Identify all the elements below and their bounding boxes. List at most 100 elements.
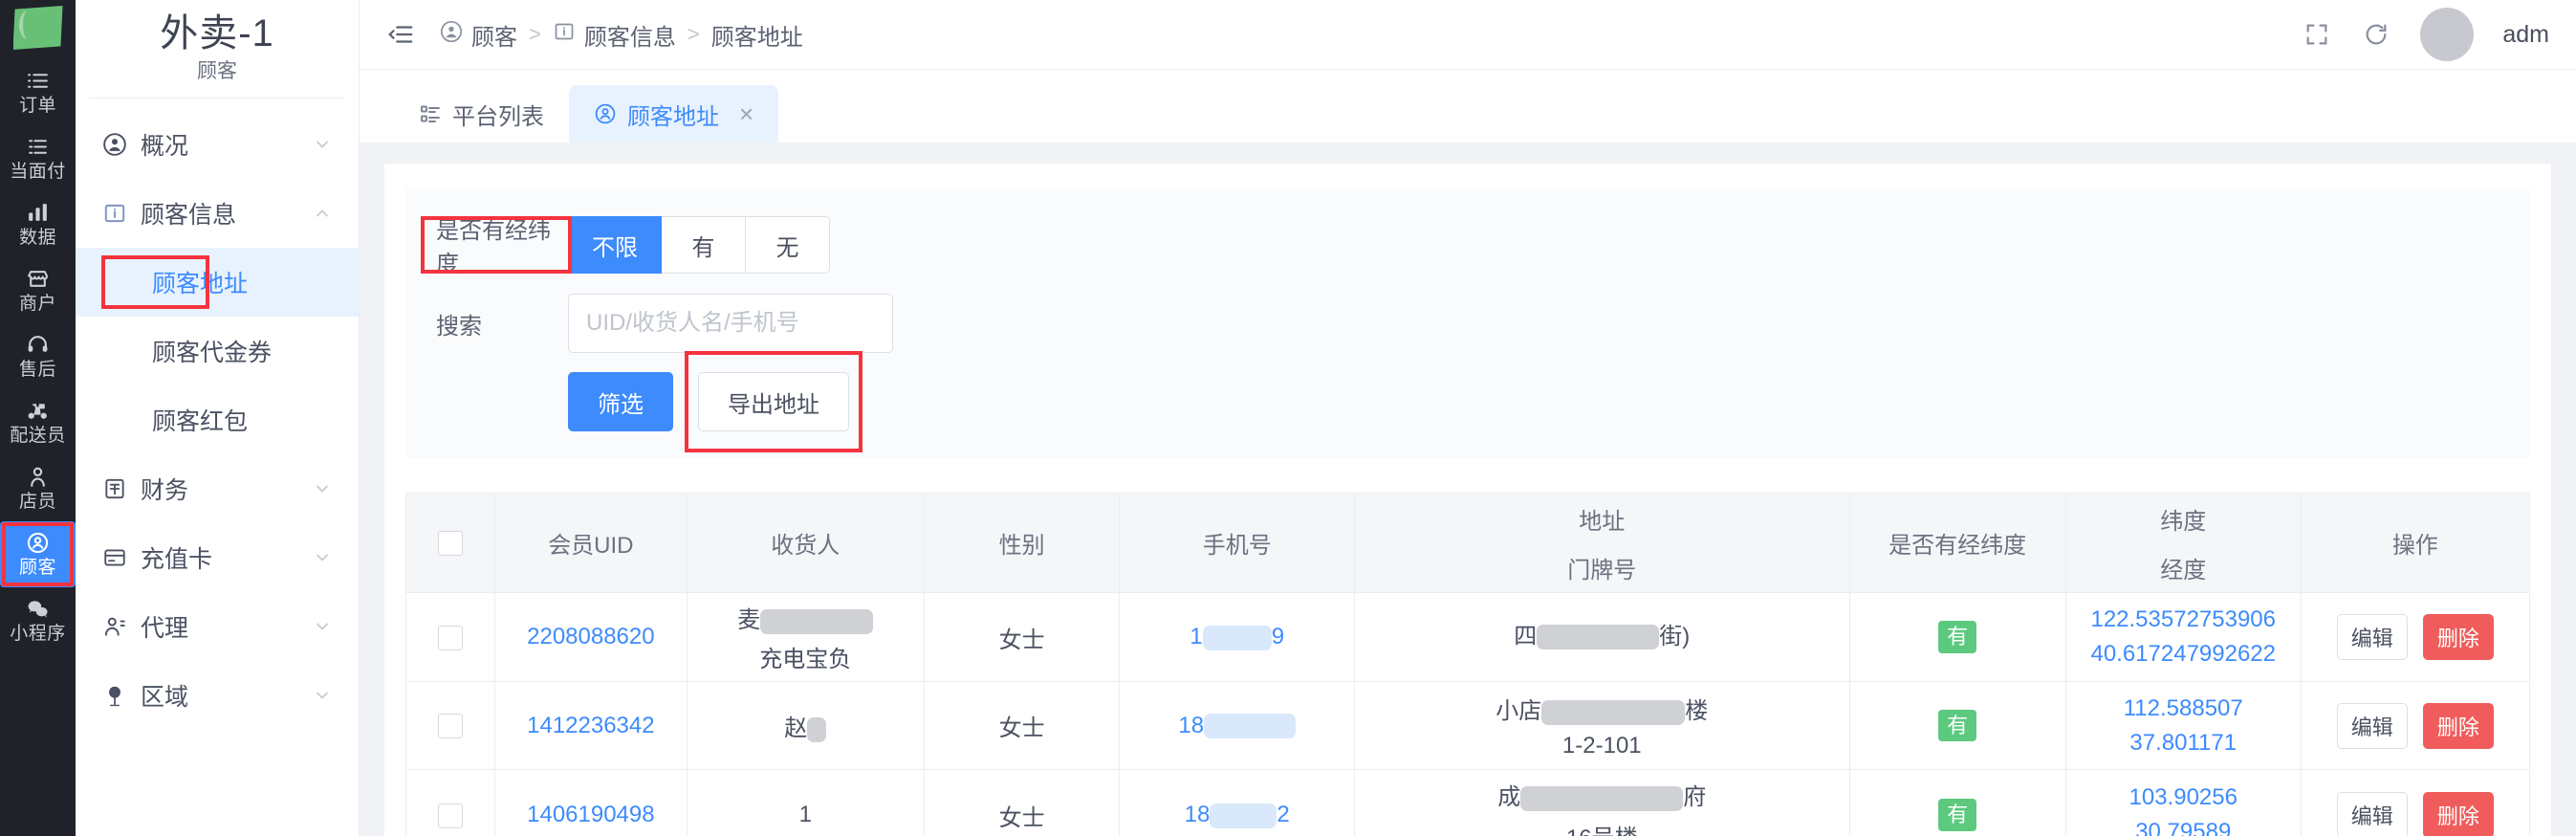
uid-link[interactable]: 1412236342 [527, 713, 654, 738]
geo-filter-label-wrap: 是否有经纬度 [421, 216, 572, 277]
sidebar-item-label: 财务 [141, 477, 189, 504]
export-address-button[interactable]: 导出地址 [698, 372, 849, 431]
select-all-checkbox[interactable] [438, 531, 464, 557]
rail-item-courier[interactable]: 配送员 [0, 389, 76, 455]
wechat-miniapp-icon [26, 596, 50, 621]
delete-button[interactable]: 删除 [2422, 702, 2494, 749]
avatar[interactable] [2420, 8, 2475, 61]
rail-label: 店员 [18, 492, 56, 512]
uid-link[interactable]: 1406190498 [527, 802, 654, 827]
address-value: 四街) [1514, 623, 1691, 650]
address-value: 成府 [1497, 784, 1707, 811]
geo-option-yes[interactable]: 有 [662, 216, 746, 274]
agent-icon [100, 614, 129, 639]
app-root: 订单 当面付 数据 商户 售后 配送员 店员 顾客 小程序 外卖-1 顾客 概况… [0, 0, 2576, 836]
rail-item-aftersales[interactable]: 售后 [0, 323, 76, 389]
cell-phone: 18 2 [1119, 769, 1356, 836]
rail-item-miniprogram[interactable]: 小程序 [0, 587, 76, 653]
receiver-sub: 充电宝负 [759, 647, 852, 672]
sidebar-title: 外卖-1 [160, 12, 274, 55]
sidebar-item-customer-info[interactable]: 顾客信息 [76, 179, 359, 248]
menu-collapse-icon[interactable] [384, 18, 417, 51]
icon-rail: 订单 当面付 数据 商户 售后 配送员 店员 顾客 小程序 [0, 0, 76, 836]
rail-item-customer[interactable]: 顾客 [0, 521, 76, 587]
filter-button[interactable]: 筛选 [568, 372, 673, 431]
info-folder-icon [553, 20, 576, 50]
cell-has-geo: 有 [1848, 769, 2066, 836]
header-longitude: 经度 [2160, 557, 2207, 583]
header-uid: 会员UID [494, 493, 688, 593]
sidebar-item-prepaid-card[interactable]: 充值卡 [76, 523, 359, 592]
geo-option-any[interactable]: 不限 [568, 216, 662, 274]
redacted-mask [1210, 803, 1277, 828]
sidebar-menu: 概况 顾客信息 顾客地址 顾客代金券 顾客红包 财务 充值卡 代理 区域 [76, 99, 359, 730]
tab-customer-address[interactable]: 顾客地址 × [569, 85, 779, 143]
sidebar-item-finance[interactable]: 财务 [76, 454, 359, 523]
breadcrumb-item-customer-address: 顾客地址 [711, 18, 803, 52]
cell-gender: 女士 [923, 769, 1121, 836]
edit-button[interactable]: 编辑 [2336, 792, 2408, 836]
row-checkbox[interactable] [438, 714, 464, 739]
chevron-down-icon [311, 615, 334, 638]
cell-uid: 2208088620 [494, 592, 688, 682]
row-select [404, 592, 496, 682]
cell-receiver: 麦 充电宝负 [686, 592, 925, 682]
face-pay-icon [26, 134, 50, 159]
shop-icon [26, 266, 50, 291]
user-circle-icon [440, 20, 463, 50]
delete-button[interactable]: 删除 [2422, 614, 2494, 660]
fullscreen-icon[interactable] [2302, 19, 2332, 50]
rail-item-staff[interactable]: 店员 [0, 455, 76, 521]
rail-item-data[interactable]: 数据 [0, 191, 76, 257]
header-gender: 性别 [923, 493, 1121, 593]
address-table-wrap: 会员UID 收货人 性别 手机号 地址 门牌号 是否有经纬度 纬度 经度 操作 … [404, 493, 2531, 836]
redacted-mask [1541, 699, 1686, 725]
close-icon[interactable]: × [739, 101, 753, 126]
sidebar-item-region[interactable]: 区域 [76, 661, 359, 730]
latitude-value: 112.588507 [2123, 694, 2243, 721]
table-row: 2208088620 麦 充电宝负 女士 19 四 街) 有 122.53572… [404, 592, 2531, 682]
sidebar-item-agent[interactable]: 代理 [76, 592, 359, 661]
sidebar-item-customer-address[interactable]: 顾客地址 [76, 248, 359, 317]
table-header-row: 会员UID 收货人 性别 手机号 地址 门牌号 是否有经纬度 纬度 经度 操作 [404, 493, 2531, 593]
cell-has-geo: 有 [1848, 681, 2066, 770]
edit-button[interactable]: 编辑 [2336, 614, 2408, 660]
edit-button[interactable]: 编辑 [2336, 702, 2408, 749]
address-sub: 16号楼 [1566, 819, 1638, 836]
table-row: 1406190498 1 女士 18 2 成 府 有 103.90256 30.… [404, 769, 2531, 836]
filter-row-search: 搜索 [405, 292, 2530, 355]
geo-radio-group: 不限 有 无 [568, 216, 830, 274]
cell-receiver: 1 [686, 769, 925, 836]
status-badge: 有 [1938, 621, 1977, 653]
rail-item-orders[interactable]: 订单 [0, 59, 76, 125]
sidebar-item-customer-voucher[interactable]: 顾客代金券 [76, 317, 359, 385]
breadcrumb-item-customer[interactable]: 顾客 [440, 18, 517, 52]
tab-platform-list[interactable]: 平台列表 [394, 85, 569, 143]
breadcrumb-label: 顾客信息 [583, 24, 676, 51]
sidebar-item-label: 顾客信息 [141, 202, 237, 229]
uid-link[interactable]: 2208088620 [527, 624, 654, 649]
delete-button[interactable]: 删除 [2422, 792, 2494, 836]
rail-item-merchant[interactable]: 商户 [0, 257, 76, 323]
table-row: 1412236342 赵 女士 18 小店 楼 1-2-101 有 112.58… [404, 681, 2531, 770]
chevron-up-icon [311, 202, 334, 225]
header-address-bottom: 门牌号 [1567, 557, 1637, 583]
sidebar-item-label: 顾客代金券 [152, 340, 273, 366]
geo-option-no[interactable]: 无 [746, 216, 830, 274]
row-checkbox[interactable] [438, 803, 464, 828]
redacted-mask [1520, 785, 1684, 811]
rail-label: 订单 [18, 96, 56, 116]
row-checkbox[interactable] [438, 625, 464, 650]
card-icon [100, 545, 129, 570]
cell-address: 四街) [1354, 592, 1850, 682]
sidebar-item-customer-redpacket[interactable]: 顾客红包 [76, 385, 359, 454]
sidebar-item-label: 概况 [141, 133, 189, 160]
breadcrumb-item-customer-info[interactable]: 顾客信息 [553, 18, 676, 52]
refresh-icon[interactable] [2361, 19, 2391, 50]
sidebar-item-overview[interactable]: 概况 [76, 110, 359, 179]
cell-coords: 112.588507 37.801171 [2064, 681, 2302, 770]
receiver-name: 1 [798, 802, 812, 827]
rail-item-face-pay[interactable]: 当面付 [0, 125, 76, 191]
redacted-mask [1537, 625, 1660, 650]
search-input[interactable] [568, 294, 893, 353]
